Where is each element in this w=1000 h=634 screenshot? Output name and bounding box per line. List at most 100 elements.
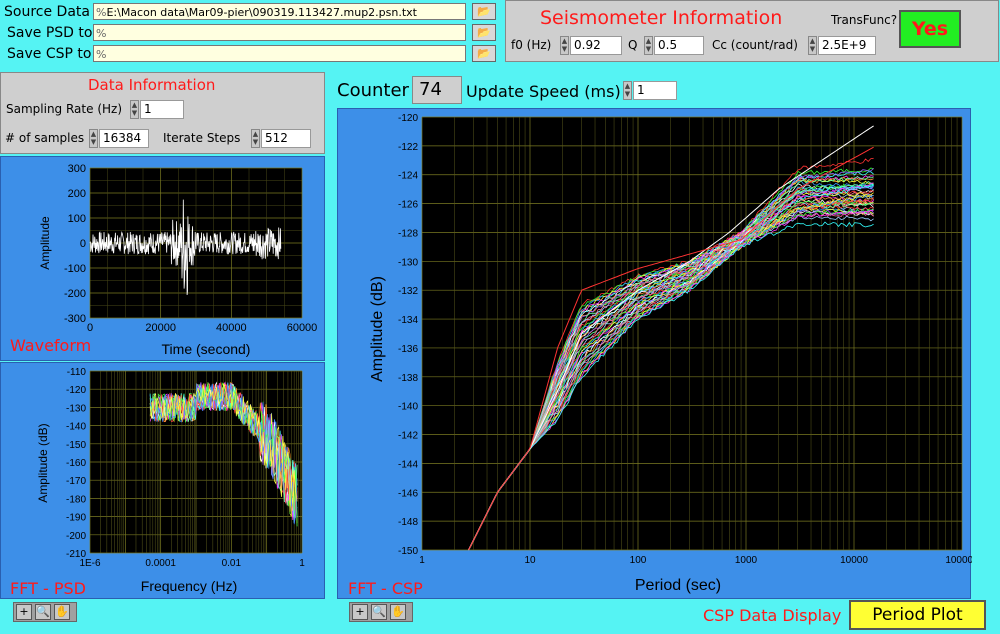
save-csp-path-field[interactable]: % xyxy=(93,45,466,62)
csp-y-tick-label: -140 xyxy=(398,402,418,413)
samples-input[interactable]: 16384 xyxy=(99,129,149,148)
cc-label: Cc (count/rad) xyxy=(712,38,798,52)
waveform-y-tick-label: 100 xyxy=(68,213,86,225)
psd-y-tick-label: -110 xyxy=(67,367,87,378)
csp-chart: -120 -122 -124 -126 -128 -130 -132 -134 -136 -138… xyxy=(369,113,972,594)
psd-x-tick-label: 0.0001 xyxy=(145,558,176,569)
update-speed-input[interactable]: 1 xyxy=(633,81,677,100)
iterate-steps-input[interactable]: 512 xyxy=(261,129,311,148)
waveform-x-tick-label: 0 xyxy=(87,322,93,334)
csp-y-tick-label: -134 xyxy=(398,315,418,326)
csp-x-tick-label: 1 xyxy=(419,555,425,566)
psd-y-axis-label: Amplitude (dB) xyxy=(36,423,50,502)
csp-y-tick-label: -124 xyxy=(398,171,418,182)
sampling-rate-spinner[interactable]: ▲ ▼ xyxy=(130,100,139,119)
psd-y-tick-label: -180 xyxy=(66,494,86,505)
psd-y-tick-label: -120 xyxy=(66,385,86,396)
psd-y-tick-label: -140 xyxy=(66,422,86,433)
csp-x-tick-label: 10 xyxy=(524,555,536,566)
psd-x-axis-label: Frequency (Hz) xyxy=(141,578,237,594)
browse-csp-folder-icon[interactable]: 📂 xyxy=(472,45,496,62)
psd-x-tick-label: 1E-6 xyxy=(79,558,101,569)
psd-graph-panel: -110 -120 -130 -140 -150 -160 -170 -180 -190 -200… xyxy=(0,362,325,599)
waveform-x-tick-label: 60000 xyxy=(287,322,318,334)
csp-x-tick-label: 1000 xyxy=(735,555,758,566)
q-spinner[interactable]: ▲ ▼ xyxy=(644,36,653,55)
csp-y-tick-label: -138 xyxy=(398,373,418,384)
source-data-path-field[interactable]: %E:\Macon data\Mar09-pier\090319.113427.… xyxy=(93,3,466,20)
csp-y-tick-label: -148 xyxy=(398,517,418,528)
iterate-steps-spinner[interactable]: ▲ ▼ xyxy=(251,129,260,148)
psd-chart: -110 -120 -130 -140 -150 -160 -170 -180 -190 -200… xyxy=(36,367,305,594)
pan-hand-icon[interactable]: ✋ xyxy=(390,604,406,620)
waveform-x-axis-label: Time (second) xyxy=(162,341,251,357)
psd-y-tick-label: -190 xyxy=(66,513,86,524)
csp-y-tick-label: -130 xyxy=(398,257,418,268)
sampling-rate-input[interactable]: 1 xyxy=(140,100,184,119)
f0-spinner[interactable]: ▲ ▼ xyxy=(560,36,569,55)
counter-label: Counter xyxy=(337,80,409,101)
csp-y-tick-label: -146 xyxy=(398,488,418,499)
waveform-y-tick-label: 200 xyxy=(68,188,86,200)
csp-data-display-label: CSP Data Display xyxy=(703,606,842,625)
waveform-graph-panel: 300 200 100 0 -100 -200 -300 0 20000 40000 60000 … xyxy=(0,156,325,361)
csp-y-tick-label: -122 xyxy=(398,142,418,153)
csp-y-tick-label: -132 xyxy=(398,286,418,297)
psd-name: FFT - PSD xyxy=(10,579,86,598)
save-csp-label: Save CSP to xyxy=(7,46,92,62)
zoom-icon[interactable]: 🔍 xyxy=(35,604,51,620)
csp-y-tick-label: -142 xyxy=(398,431,418,442)
csp-y-tick-label: -136 xyxy=(398,344,418,355)
iterate-steps-label: Iterate Steps xyxy=(163,131,241,145)
cursor-crosshair-icon[interactable]: + xyxy=(352,604,368,620)
browse-psd-folder-icon[interactable]: 📂 xyxy=(472,24,496,41)
cursor-crosshair-icon[interactable]: + xyxy=(16,604,32,620)
csp-y-tick-label: -144 xyxy=(398,459,418,470)
f0-label: f0 (Hz) xyxy=(511,38,552,52)
q-input[interactable]: 0.5 xyxy=(654,36,704,55)
pan-hand-icon[interactable]: ✋ xyxy=(54,604,70,620)
source-data-path: E:\Macon data\Mar09-pier\090319.113427.m… xyxy=(106,6,417,19)
csp-name: FFT - CSP xyxy=(348,579,423,598)
psd-x-tick-label: 1 xyxy=(299,558,305,569)
waveform-name: Waveform xyxy=(10,336,92,355)
csp-graph-panel: -120 -122 -124 -126 -128 -130 -132 -134 -136 -138… xyxy=(337,108,972,599)
path-prefix: % xyxy=(96,6,107,19)
csp-x-tick-label: 10000 xyxy=(840,555,868,566)
save-psd-label: Save PSD to xyxy=(7,25,93,41)
waveform-y-tick-label: -100 xyxy=(64,263,86,275)
csp-x-tick-label: 100 xyxy=(630,555,647,566)
waveform-x-tick-label: 40000 xyxy=(216,322,247,334)
waveform-y-tick-label: -200 xyxy=(64,288,86,300)
data-information-panel: Data Information Sampling Rate (Hz) ▲ ▼ 1… xyxy=(0,72,325,154)
csp-y-axis-label: Amplitude (dB) xyxy=(369,276,386,382)
f0-input[interactable]: 0.92 xyxy=(570,36,622,55)
browse-source-folder-icon[interactable]: 📂 xyxy=(472,3,496,20)
q-label: Q xyxy=(628,38,638,52)
psd-x-tick-label: 0.01 xyxy=(222,558,242,569)
counter-value: 74 xyxy=(412,76,462,104)
save-psd-path-field[interactable]: % xyxy=(93,24,466,41)
update-speed-label: Update Speed (ms) xyxy=(466,82,621,101)
csp-y-tick-label: -150 xyxy=(398,546,418,557)
sampling-rate-label: Sampling Rate (Hz) xyxy=(6,102,122,116)
csp-graph-palette: + 🔍 ✋ xyxy=(349,602,413,622)
csp-x-axis-label: Period (sec) xyxy=(635,577,721,594)
transfunc-yes-button[interactable]: Yes xyxy=(899,10,961,48)
psd-y-tick-label: -200 xyxy=(66,531,86,542)
period-plot-button[interactable]: Period Plot xyxy=(849,600,986,630)
psd-y-tick-label: -170 xyxy=(66,476,86,487)
waveform-x-tick-label: 20000 xyxy=(145,322,176,334)
waveform-y-tick-label: 300 xyxy=(68,163,86,175)
psd-y-tick-label: -150 xyxy=(66,440,86,451)
update-speed-spinner[interactable]: ▲ ▼ xyxy=(623,81,632,100)
waveform-y-tick-label: -300 xyxy=(64,313,86,325)
psd-graph-palette: + 🔍 ✋ xyxy=(13,602,77,622)
cc-input[interactable]: 2.5E+9 xyxy=(818,36,876,55)
cc-spinner[interactable]: ▲ ▼ xyxy=(808,36,817,55)
samples-spinner[interactable]: ▲ ▼ xyxy=(89,129,98,148)
samples-label: # of samples xyxy=(5,131,85,145)
zoom-icon[interactable]: 🔍 xyxy=(371,604,387,620)
csp-y-tick-label: -126 xyxy=(398,200,418,211)
csp-y-tick-label: -128 xyxy=(398,228,418,239)
